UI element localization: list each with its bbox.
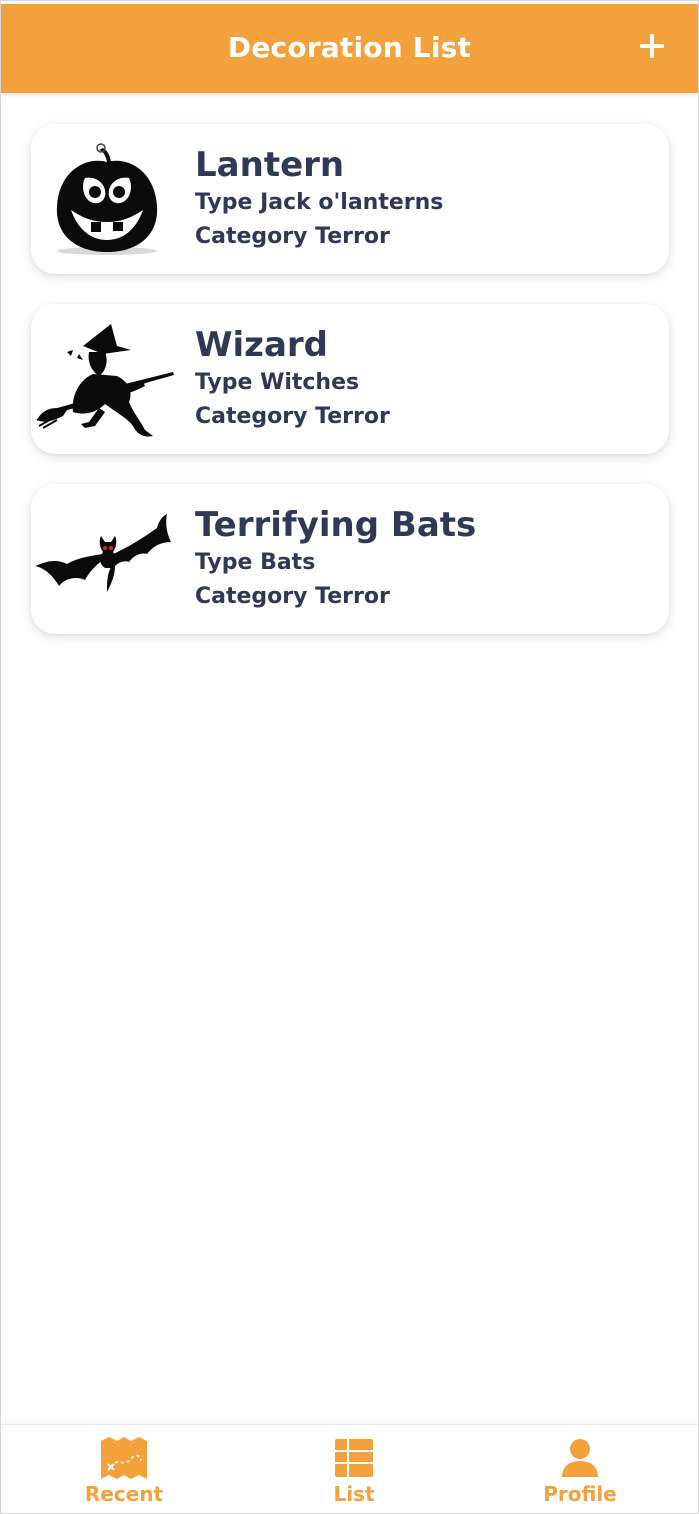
decoration-type: Type Witches xyxy=(195,370,360,395)
decoration-card-text: Terrifying Bats Type Bats Category Terro… xyxy=(195,504,476,614)
bottom-navigation: Recent List Profile xyxy=(1,1424,698,1513)
nav-item-profile[interactable]: Profile xyxy=(515,1437,645,1509)
plus-icon xyxy=(640,34,664,58)
decoration-card[interactable]: Lantern Type Jack o'lanterns Category Te… xyxy=(31,124,669,274)
decoration-title: Lantern xyxy=(195,145,345,185)
decoration-type: Type Bats xyxy=(195,550,316,575)
decoration-title: Terrifying Bats xyxy=(195,505,477,545)
nav-item-label: Recent xyxy=(84,1482,164,1506)
decoration-card[interactable]: Terrifying Bats Type Bats Category Terro… xyxy=(31,484,669,634)
jack-o-lantern-image xyxy=(33,136,175,262)
decoration-category: Category Terror xyxy=(195,224,390,249)
list-grid-icon xyxy=(335,1439,373,1477)
decoration-card[interactable]: Wizard Type Witches Category Terror xyxy=(31,304,669,454)
nav-item-recent[interactable]: Recent xyxy=(59,1437,189,1509)
decoration-list: Lantern Type Jack o'lanterns Category Te… xyxy=(31,124,669,664)
app-screen: Decoration List Lantern Type Jack o'lant… xyxy=(0,0,699,1514)
nav-item-label: List xyxy=(333,1482,375,1506)
decoration-category: Category Terror xyxy=(195,404,390,429)
nav-item-label: Profile xyxy=(543,1482,617,1506)
page-title: Decoration List xyxy=(227,31,472,64)
header-bar: Decoration List xyxy=(1,4,698,93)
decoration-title: Wizard xyxy=(195,325,328,365)
decoration-card-text: Wizard Type Witches Category Terror xyxy=(195,324,390,434)
user-icon xyxy=(562,1439,598,1477)
treasure-map-icon xyxy=(101,1437,147,1479)
add-decoration-button[interactable] xyxy=(634,28,670,64)
bat-image xyxy=(33,496,175,622)
decoration-type: Type Jack o'lanterns xyxy=(195,190,444,215)
decoration-category: Category Terror xyxy=(195,584,390,609)
decoration-card-text: Lantern Type Jack o'lanterns Category Te… xyxy=(195,144,443,254)
witch-on-broom-image xyxy=(33,316,175,442)
nav-item-list[interactable]: List xyxy=(289,1437,419,1509)
